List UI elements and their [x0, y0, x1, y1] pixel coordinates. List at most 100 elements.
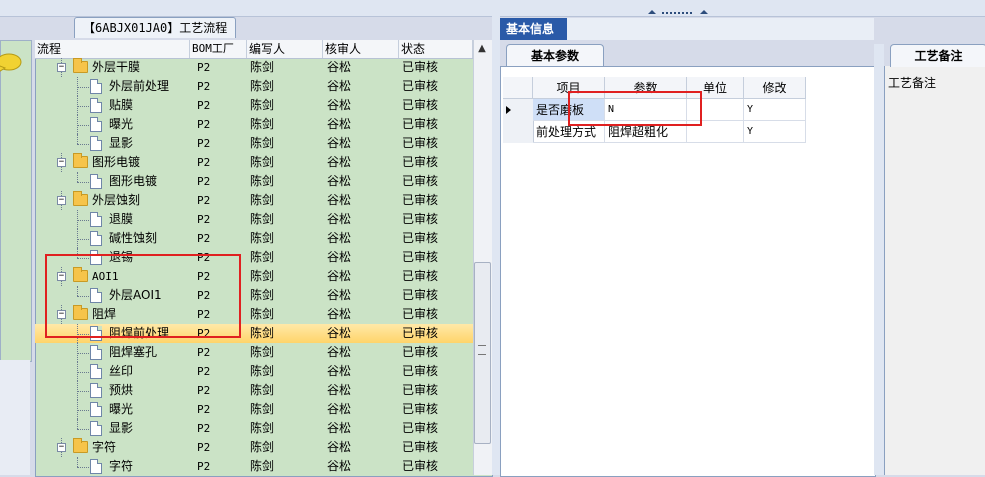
- tree-line: [77, 391, 89, 392]
- tree-row[interactable]: 退膜 P2 陈剑 谷松 已审核: [35, 210, 473, 229]
- document-icon: [90, 421, 102, 436]
- document-icon: [90, 174, 102, 189]
- remarks-panel: [884, 66, 985, 475]
- splitter-grip-icon[interactable]: [648, 10, 708, 15]
- collapse-toggle-icon[interactable]: −: [57, 196, 66, 205]
- status-cell: 已审核: [402, 155, 439, 169]
- tree-node-label[interactable]: 外层蚀刻: [92, 191, 140, 210]
- status-cell: 已审核: [402, 307, 439, 321]
- tree-node-label[interactable]: 字符: [92, 438, 116, 457]
- tree-node-label[interactable]: 外层干膜: [92, 58, 140, 77]
- reviewer-cell: 谷松: [327, 383, 352, 397]
- tree-row[interactable]: 曝光 P2 陈剑 谷松 已审核: [35, 400, 473, 419]
- writer-cell: 陈剑: [250, 98, 275, 112]
- reviewer-cell: 谷松: [327, 326, 352, 340]
- col-header-flow[interactable]: 流程: [35, 40, 190, 58]
- collapse-toggle-icon[interactable]: −: [57, 63, 66, 72]
- writer-cell: 陈剑: [250, 212, 275, 226]
- reviewer-cell: 谷松: [327, 231, 352, 245]
- col-header-reviewer[interactable]: 核审人: [323, 40, 399, 58]
- writer-cell: 陈剑: [250, 269, 275, 283]
- writer-cell: 陈剑: [250, 117, 275, 131]
- status-cell: 已审核: [402, 136, 439, 150]
- tab-basic-params[interactable]: 基本参数: [506, 44, 604, 67]
- scroll-up-arrow-icon[interactable]: ▲: [473, 40, 491, 58]
- tree-node-label[interactable]: 预烘: [109, 381, 133, 400]
- reviewer-cell: 谷松: [327, 307, 352, 321]
- tree-node-label[interactable]: 碱性蚀刻: [109, 229, 157, 248]
- col-header-bom[interactable]: BOM工厂: [190, 40, 247, 58]
- tree-line: [77, 457, 78, 467]
- tree-row[interactable]: − 外层干膜 P2 陈剑 谷松 已审核: [35, 58, 473, 77]
- reviewer-cell: 谷松: [327, 402, 352, 416]
- document-icon: [90, 117, 102, 132]
- remarks-splitter[interactable]: [874, 44, 884, 475]
- tree-line: [77, 353, 89, 354]
- bom-cell: P2: [197, 175, 211, 188]
- tree-node-label[interactable]: 字符: [109, 457, 133, 476]
- writer-cell: 陈剑: [250, 364, 275, 378]
- speech-bubble-icon[interactable]: [0, 52, 22, 74]
- reviewer-cell: 谷松: [327, 155, 352, 169]
- param-modify-cell[interactable]: Y: [744, 121, 806, 143]
- tree-node-label[interactable]: 曝光: [109, 400, 133, 419]
- status-cell: 已审核: [402, 326, 439, 340]
- tree-node-label[interactable]: 显影: [109, 134, 133, 153]
- tree-node-label[interactable]: 显影: [109, 419, 133, 438]
- tree-row[interactable]: 图形电镀 P2 陈剑 谷松 已审核: [35, 172, 473, 191]
- tree-row[interactable]: 显影 P2 陈剑 谷松 已审核: [35, 419, 473, 438]
- param-modify-cell[interactable]: Y: [744, 99, 806, 121]
- tree-row[interactable]: − 图形电镀 P2 陈剑 谷松 已审核: [35, 153, 473, 172]
- status-cell: 已审核: [402, 440, 439, 454]
- tab-basic-info[interactable]: 基本信息: [500, 18, 567, 40]
- tree-node-label[interactable]: 曝光: [109, 115, 133, 134]
- col-header-modify[interactable]: 修改: [744, 77, 806, 99]
- tree-row[interactable]: 碱性蚀刻 P2 陈剑 谷松 已审核: [35, 229, 473, 248]
- annotation-highlight-param: [568, 91, 702, 126]
- tree-node-label[interactable]: 外层前处理: [109, 77, 169, 96]
- left-collapsed-panel: [0, 40, 32, 362]
- col-header-status[interactable]: 状态: [399, 40, 473, 58]
- status-cell: 已审核: [402, 269, 439, 283]
- tree-row[interactable]: 曝光 P2 陈剑 谷松 已审核: [35, 115, 473, 134]
- tree-row[interactable]: 显影 P2 陈剑 谷松 已审核: [35, 134, 473, 153]
- collapse-toggle-icon[interactable]: −: [57, 443, 66, 452]
- tree-line: [77, 182, 89, 183]
- tree-node-label[interactable]: 退膜: [109, 210, 133, 229]
- tab-process-remarks[interactable]: 工艺备注: [890, 44, 985, 67]
- document-icon: [90, 136, 102, 151]
- tree-line: [77, 429, 89, 430]
- tree-line: [77, 125, 89, 126]
- tree-row[interactable]: 丝印 P2 陈剑 谷松 已审核: [35, 362, 473, 381]
- tree-node-label[interactable]: 贴膜: [109, 96, 133, 115]
- status-cell: 已审核: [402, 231, 439, 245]
- tree-line: [77, 419, 78, 429]
- tree-node-label[interactable]: 阻焊塞孔: [109, 343, 157, 362]
- tree-node-label[interactable]: 图形电镀: [92, 153, 140, 172]
- tree-row[interactable]: 字符 P2 陈剑 谷松 已审核: [35, 457, 473, 476]
- collapse-toggle-icon[interactable]: −: [57, 158, 66, 167]
- document-icon: [90, 345, 102, 360]
- col-header-writer[interactable]: 编写人: [247, 40, 323, 58]
- tree-row[interactable]: 预烘 P2 陈剑 谷松 已审核: [35, 381, 473, 400]
- reviewer-cell: 谷松: [327, 440, 352, 454]
- tree-node-label[interactable]: 丝印: [109, 362, 133, 381]
- writer-cell: 陈剑: [250, 459, 275, 473]
- tree-row[interactable]: 贴膜 P2 陈剑 谷松 已审核: [35, 96, 473, 115]
- tree-row[interactable]: 阻焊塞孔 P2 陈剑 谷松 已审核: [35, 343, 473, 362]
- tree-line: [77, 144, 89, 145]
- reviewer-cell: 谷松: [327, 136, 352, 150]
- tree-row[interactable]: − 字符 P2 陈剑 谷松 已审核: [35, 438, 473, 457]
- reviewer-cell: 谷松: [327, 364, 352, 378]
- tree-node-label[interactable]: 图形电镀: [109, 172, 157, 191]
- panel-splitter[interactable]: [492, 16, 500, 475]
- tree-row[interactable]: − 外层蚀刻 P2 陈剑 谷松 已审核: [35, 191, 473, 210]
- writer-cell: 陈剑: [250, 155, 275, 169]
- status-cell: 已审核: [402, 60, 439, 74]
- process-flow-tab[interactable]: 【6ABJX01JA0】工艺流程: [74, 17, 237, 38]
- folder-icon: [73, 438, 88, 453]
- tree-line: [77, 172, 78, 182]
- reviewer-cell: 谷松: [327, 117, 352, 131]
- tree-row[interactable]: 外层前处理 P2 陈剑 谷松 已审核: [35, 77, 473, 96]
- bom-cell: P2: [197, 460, 211, 473]
